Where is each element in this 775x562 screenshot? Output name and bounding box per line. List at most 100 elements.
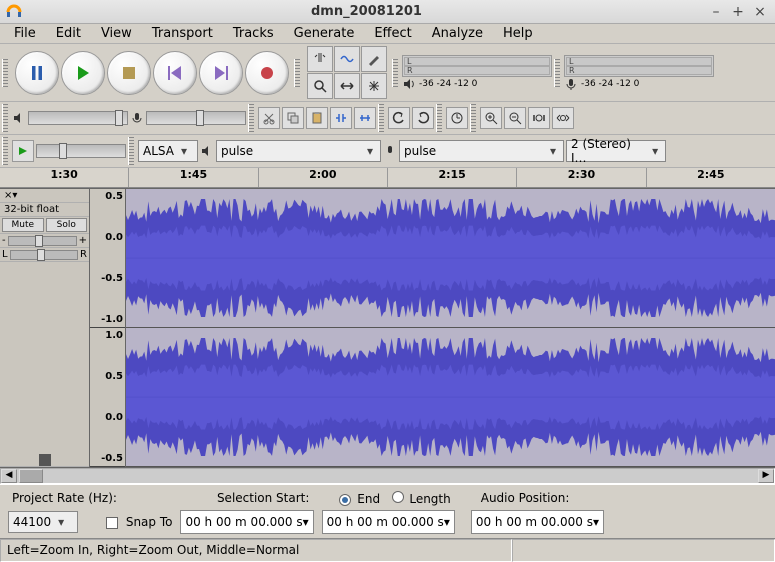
title-bar: dmn_20081201 – + × xyxy=(0,0,775,24)
length-label: Length xyxy=(409,492,450,506)
output-device-combo[interactable]: pulse▾ xyxy=(216,140,381,162)
status-right xyxy=(512,539,775,562)
play-button[interactable] xyxy=(61,51,105,95)
collapse-button[interactable] xyxy=(39,454,51,466)
input-device-combo[interactable]: pulse▾ xyxy=(399,140,564,162)
redo-button[interactable] xyxy=(412,107,434,129)
timeline-tick: 2:30 xyxy=(516,168,645,187)
grip[interactable] xyxy=(554,59,560,87)
track-control-panel[interactable]: ×▾ 32-bit float Mute Solo - + L R xyxy=(0,189,90,467)
project-rate-value: 44100 xyxy=(13,515,51,529)
zoom-tool[interactable] xyxy=(307,73,333,99)
play-speed-slider[interactable] xyxy=(36,144,126,158)
waveform-channel-left[interactable] xyxy=(126,189,775,328)
record-meter-ticks: -36 -24 -12 0 xyxy=(581,79,639,89)
input-device-value: pulse xyxy=(404,144,436,158)
record-channels-value: 2 (Stereo) I… xyxy=(571,137,649,165)
undo-button[interactable] xyxy=(388,107,410,129)
axis-tick: -0.5 xyxy=(90,453,123,464)
playback-meter[interactable]: LR xyxy=(402,55,552,77)
menu-file[interactable]: File xyxy=(4,24,46,43)
grip[interactable] xyxy=(248,104,254,132)
input-volume-icon xyxy=(130,111,144,125)
waveform-area[interactable] xyxy=(126,189,775,467)
gain-plus-label: + xyxy=(79,235,87,246)
menu-generate[interactable]: Generate xyxy=(284,24,365,43)
input-device-icon xyxy=(383,144,397,158)
output-device-value: pulse xyxy=(221,144,253,158)
length-radio[interactable] xyxy=(392,491,404,503)
mute-button[interactable]: Mute xyxy=(2,218,44,232)
grip[interactable] xyxy=(2,104,8,132)
grip[interactable] xyxy=(392,59,398,87)
timeline-ruler[interactable]: 1:30 1:45 2:00 2:15 2:30 2:45 xyxy=(0,168,775,188)
audio-position-field[interactable]: 00 h 00 m 00.000 s▾ xyxy=(471,510,604,534)
silence-button[interactable] xyxy=(354,107,376,129)
menu-effect[interactable]: Effect xyxy=(364,24,421,43)
cut-button[interactable] xyxy=(258,107,280,129)
timeline-tick: 1:45 xyxy=(128,168,257,187)
menu-transport[interactable]: Transport xyxy=(142,24,223,43)
menu-view[interactable]: View xyxy=(91,24,142,43)
menu-help[interactable]: Help xyxy=(493,24,543,43)
snap-to-checkbox[interactable] xyxy=(106,517,118,529)
selection-tool[interactable] xyxy=(307,46,333,72)
envelope-tool[interactable] xyxy=(334,46,360,72)
zoom-in-button[interactable] xyxy=(480,107,502,129)
grip[interactable] xyxy=(470,104,476,132)
audio-host-value: ALSA xyxy=(143,144,174,158)
menu-edit[interactable]: Edit xyxy=(46,24,91,43)
minimize-button[interactable]: – xyxy=(707,4,725,20)
fit-project-button[interactable] xyxy=(552,107,574,129)
project-rate-combo[interactable]: 44100▾ xyxy=(8,511,78,533)
horizontal-scrollbar[interactable]: ◀ ▶ xyxy=(0,468,775,484)
track-dropdown[interactable]: ×▾ xyxy=(4,190,17,201)
pan-left-label: L xyxy=(2,249,8,260)
app-icon xyxy=(6,4,22,20)
output-volume-icon xyxy=(12,111,26,125)
audio-host-combo[interactable]: ALSA▾ xyxy=(138,140,198,162)
pan-slider[interactable] xyxy=(10,250,78,260)
menu-tracks[interactable]: Tracks xyxy=(223,24,284,43)
end-radio[interactable] xyxy=(339,494,351,506)
output-volume-slider[interactable] xyxy=(28,111,128,125)
selection-start-value: 00 h 00 m 00.000 s xyxy=(185,515,302,529)
paste-button[interactable] xyxy=(306,107,328,129)
window-title: dmn_20081201 xyxy=(30,4,703,19)
fit-selection-button[interactable] xyxy=(528,107,550,129)
selection-end-field[interactable]: 00 h 00 m 00.000 s▾ xyxy=(322,510,455,534)
menu-analyze[interactable]: Analyze xyxy=(422,24,493,43)
gain-slider[interactable] xyxy=(8,236,77,246)
axis-tick: 1.0 xyxy=(90,330,123,341)
grip[interactable] xyxy=(128,137,134,165)
record-channels-combo[interactable]: 2 (Stereo) I…▾ xyxy=(566,140,666,162)
zoom-out-button[interactable] xyxy=(504,107,526,129)
axis-tick: 0.0 xyxy=(90,412,123,423)
waveform-channel-right[interactable] xyxy=(126,328,775,467)
record-button[interactable] xyxy=(245,51,289,95)
trim-button[interactable] xyxy=(330,107,352,129)
draw-tool[interactable] xyxy=(361,46,387,72)
grip[interactable] xyxy=(2,137,8,165)
solo-button[interactable]: Solo xyxy=(46,218,88,232)
selection-start-field[interactable]: 00 h 00 m 00.000 s▾ xyxy=(180,510,313,534)
grip[interactable] xyxy=(378,104,384,132)
copy-button[interactable] xyxy=(282,107,304,129)
grip[interactable] xyxy=(436,104,442,132)
axis-tick: -1.0 xyxy=(90,314,123,325)
record-meter[interactable]: LR xyxy=(564,55,714,77)
grip[interactable] xyxy=(2,59,8,87)
pause-button[interactable] xyxy=(15,51,59,95)
input-volume-slider[interactable] xyxy=(146,111,246,125)
grip[interactable] xyxy=(294,59,300,87)
stop-button[interactable] xyxy=(107,51,151,95)
multi-tool[interactable] xyxy=(361,73,387,99)
mic-icon xyxy=(564,77,578,91)
play-at-speed-button[interactable] xyxy=(12,140,34,162)
maximize-button[interactable]: + xyxy=(729,4,747,20)
timeshift-tool[interactable] xyxy=(334,73,360,99)
close-button[interactable]: × xyxy=(751,4,769,20)
skip-end-button[interactable] xyxy=(199,51,243,95)
skip-start-button[interactable] xyxy=(153,51,197,95)
sync-lock-button[interactable] xyxy=(446,107,468,129)
